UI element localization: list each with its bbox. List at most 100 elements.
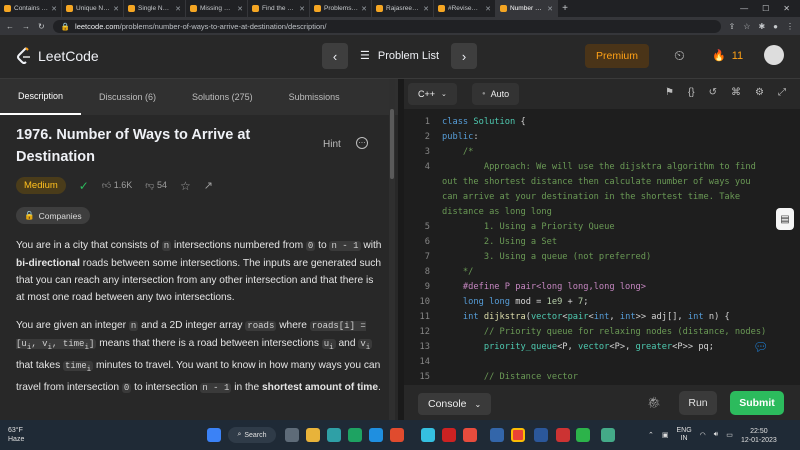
more-options-icon[interactable]: ⋯: [356, 137, 368, 149]
close-tab-icon[interactable]: ✕: [547, 5, 553, 13]
browser-tab[interactable]: Contains Dup✕: [0, 0, 62, 17]
auto-mode-button[interactable]: ● Auto: [472, 83, 520, 105]
profile-icon[interactable]: ●: [773, 22, 778, 31]
tab-submissions[interactable]: Submissions: [271, 79, 358, 115]
close-tab-icon[interactable]: ✕: [113, 5, 119, 13]
maximize-icon[interactable]: ☐: [762, 4, 769, 13]
inline-code: 0: [121, 382, 132, 393]
close-tab-icon[interactable]: ✕: [361, 5, 367, 13]
browser-tab[interactable]: Number of W✕: [496, 0, 558, 17]
whatsapp-icon[interactable]: [576, 428, 590, 442]
avatar[interactable]: [764, 45, 784, 65]
tab-discussion[interactable]: Discussion (6): [81, 79, 174, 115]
braces-icon[interactable]: {}: [688, 87, 695, 98]
browser-tab[interactable]: Missing Numb✕: [186, 0, 248, 17]
browser-tab[interactable]: Problems - Le✕: [310, 0, 372, 17]
close-window-icon[interactable]: ✕: [783, 4, 790, 13]
browser-tab[interactable]: Unique Numb✕: [62, 0, 124, 17]
close-tab-icon[interactable]: ✕: [237, 5, 243, 13]
premium-button[interactable]: Premium: [585, 44, 649, 68]
scrollbar-thumb[interactable]: [390, 109, 394, 179]
language-indicator[interactable]: ENG IN: [677, 427, 692, 443]
browser-tab[interactable]: #ReviseWithA✕: [434, 0, 496, 17]
url-field[interactable]: 🔒 leetcode.com/problems/number-of-ways-t…: [52, 19, 721, 33]
minimize-icon[interactable]: —: [740, 4, 748, 13]
browser-tab[interactable]: Find the Dupli✕: [248, 0, 310, 17]
browser-menu-icon[interactable]: ⋮: [786, 22, 794, 31]
tray-app-icon[interactable]: ▣: [662, 431, 669, 439]
debug-icon[interactable]: 🐞︎: [647, 396, 661, 409]
prev-problem-button[interactable]: ‹: [322, 43, 348, 69]
weather-widget[interactable]: 63°F Haze: [8, 426, 24, 444]
like-button[interactable]: 👍︎ 1.6K: [102, 180, 132, 191]
app-icon[interactable]: [348, 428, 362, 442]
close-tab-icon[interactable]: ✕: [423, 5, 429, 13]
new-tab-icon[interactable]: +: [558, 0, 572, 17]
app-icon[interactable]: [463, 428, 477, 442]
settings-icon[interactable]: ⚙: [755, 87, 764, 98]
tab-solutions[interactable]: Solutions (275): [174, 79, 271, 115]
app-icon[interactable]: [556, 428, 570, 442]
streak-counter[interactable]: 🔥 11: [712, 49, 743, 63]
console-button[interactable]: Console ⌄: [418, 393, 492, 415]
timer-icon[interactable]: ⏲: [674, 47, 685, 64]
app-icon[interactable]: [601, 428, 615, 442]
favorite-star-icon[interactable]: ☆: [180, 179, 191, 193]
code-line: int dijkstra(vector<pair<int, int>> adj[…: [462, 312, 730, 322]
tab-description[interactable]: Description: [0, 79, 82, 115]
chrome-icon[interactable]: [511, 428, 525, 442]
chevron-up-icon[interactable]: ⌃: [648, 431, 654, 439]
edge-icon[interactable]: [369, 428, 383, 442]
hint-button[interactable]: Hint: [323, 139, 341, 150]
reset-icon[interactable]: ↺: [709, 87, 717, 98]
battery-icon[interactable]: ▭: [726, 431, 733, 439]
word-icon[interactable]: [534, 428, 548, 442]
text: You are in a city that consists of: [16, 240, 162, 251]
close-tab-icon[interactable]: ✕: [51, 5, 57, 13]
extensions-icon[interactable]: ✱: [758, 22, 765, 31]
description-scrollbar[interactable]: [389, 79, 395, 420]
chat-bubble-icon[interactable]: 💬︎: [753, 340, 769, 356]
browser-tab[interactable]: Rajasree460/✕: [372, 0, 434, 17]
problem-list-label: Problem List: [377, 49, 440, 62]
difficulty-badge: Medium: [16, 177, 66, 194]
language-select[interactable]: C++ ⌄: [408, 83, 457, 105]
volume-icon[interactable]: 🔊︎: [714, 431, 718, 439]
back-arrow-icon[interactable]: ←: [6, 22, 14, 31]
leetcode-logo[interactable]: LeetCode: [16, 47, 99, 65]
line-number: 2: [424, 132, 430, 142]
taskbar-search[interactable]: ⌕ Search: [228, 427, 276, 443]
fullscreen-icon[interactable]: ⤢: [778, 87, 786, 98]
close-tab-icon[interactable]: ✕: [299, 5, 305, 13]
bookmark-icon[interactable]: ⚑: [665, 87, 674, 98]
next-problem-button[interactable]: ›: [451, 43, 477, 69]
share-icon[interactable]: ⇪: [729, 22, 736, 31]
bold-text: shortest amount of time: [261, 381, 379, 393]
app-icon[interactable]: [327, 428, 341, 442]
wifi-icon[interactable]: ◠: [700, 431, 706, 439]
shortcuts-icon[interactable]: ⌘: [731, 87, 741, 98]
close-tab-icon[interactable]: ✕: [175, 5, 181, 13]
office-icon[interactable]: [390, 428, 404, 442]
app-icon[interactable]: [442, 428, 456, 442]
file-explorer-icon[interactable]: [306, 428, 320, 442]
app-icon[interactable]: [490, 428, 504, 442]
app-icon[interactable]: [421, 428, 435, 442]
close-tab-icon[interactable]: ✕: [485, 5, 491, 13]
start-icon[interactable]: [207, 428, 221, 442]
reload-icon[interactable]: ↻: [38, 22, 45, 31]
forward-arrow-icon[interactable]: →: [22, 22, 30, 31]
tab-favicon-icon: [4, 5, 11, 12]
companies-tag[interactable]: 🔒 Companies: [16, 207, 90, 224]
code-editor[interactable]: 1 class Solution {2 public: 3 /* 4 Approach:…: [404, 115, 800, 397]
share-link-icon[interactable]: ↗: [204, 179, 213, 192]
task-view-icon[interactable]: [285, 428, 299, 442]
notes-icon[interactable]: ▤: [776, 208, 794, 230]
run-button[interactable]: Run: [679, 391, 717, 415]
system-clock[interactable]: 22:50 12-01-2023: [741, 427, 777, 445]
problem-list-button[interactable]: ☰ Problem List: [360, 49, 440, 63]
browser-tab[interactable]: Single Numb ✕: [124, 0, 186, 17]
submit-button[interactable]: Submit: [730, 391, 784, 415]
dislike-button[interactable]: 👎︎ 54: [145, 180, 167, 191]
bookmark-star-icon[interactable]: ☆: [743, 22, 750, 31]
